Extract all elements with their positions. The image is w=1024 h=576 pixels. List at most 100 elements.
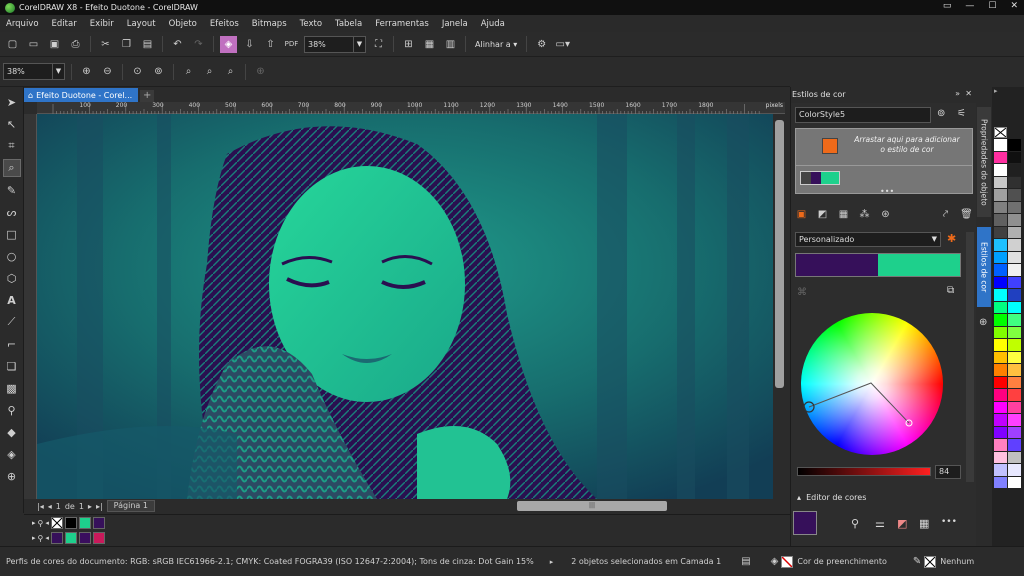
export-icon[interactable]: ⇧ xyxy=(262,36,279,53)
palette-swatch[interactable] xyxy=(994,151,1007,163)
crop-tool-icon[interactable]: ⌗ xyxy=(3,137,21,155)
color-sliders-icon[interactable]: ⚌ xyxy=(875,517,885,530)
color-profiles-text[interactable]: Perfis de cores do documento: RGB: sRGB … xyxy=(6,557,534,566)
new-color-style-icon[interactable]: ▣ xyxy=(793,206,810,223)
palette-left-icon[interactable]: ◂ xyxy=(45,534,49,542)
redo-icon[interactable]: ↷ xyxy=(190,36,207,53)
shape-tool-icon[interactable]: ↖ xyxy=(3,115,21,133)
menu-exibir[interactable]: Exibir xyxy=(90,19,114,29)
zoom-all-objects-icon[interactable]: ⊚ xyxy=(150,63,167,80)
next-page-icon[interactable]: ▸ xyxy=(88,502,92,511)
palette-swatch[interactable] xyxy=(994,201,1007,213)
menu-editar[interactable]: Editar xyxy=(52,19,77,29)
rectangle-tool-icon[interactable]: □ xyxy=(3,225,21,243)
harmony-gradient-bar[interactable] xyxy=(795,253,961,277)
save-icon[interactable]: ▣ xyxy=(46,36,63,53)
menu-tabela[interactable]: Tabela xyxy=(335,19,362,29)
palette-swatch[interactable] xyxy=(1008,339,1021,351)
palette-swatch[interactable] xyxy=(1008,476,1021,488)
zoom-out-icon[interactable]: ⊖ xyxy=(99,63,116,80)
outline-pen-icon[interactable]: ✎ xyxy=(913,556,921,567)
transparency-icon[interactable]: ▩ xyxy=(3,379,21,397)
palette-menu-icon[interactable]: ▸ xyxy=(994,87,998,95)
menu-arquivo[interactable]: Arquivo xyxy=(6,19,39,29)
color-editor-header[interactable]: ▴ Editor de cores xyxy=(797,493,866,502)
smart-fill-icon[interactable]: ◈ xyxy=(3,445,21,463)
trash-icon[interactable]: 🗑 xyxy=(958,206,975,223)
customize-toolbox-icon[interactable]: ⊕ xyxy=(3,467,21,485)
swatch-purple-2[interactable] xyxy=(78,532,91,544)
add-icon[interactable]: ⊕ xyxy=(252,63,269,80)
tab-color-styles[interactable]: Estilos de cor xyxy=(977,227,991,307)
outline-none-swatch[interactable] xyxy=(924,555,937,568)
palette-swatch[interactable] xyxy=(994,251,1007,263)
search-content-icon[interactable]: ◈ xyxy=(220,35,237,53)
palette-swatch[interactable] xyxy=(994,376,1007,388)
gear-icon[interactable]: ⚙ xyxy=(533,36,550,53)
import-icon[interactable]: ⇩ xyxy=(241,36,258,53)
palette-swatch[interactable] xyxy=(994,351,1007,363)
palette-swatch[interactable] xyxy=(1008,276,1021,288)
drop-shadow-icon[interactable]: ❏ xyxy=(3,357,21,375)
palette-swatch[interactable] xyxy=(994,301,1007,313)
text-tool-icon[interactable]: A xyxy=(3,291,21,309)
swatch-purple[interactable] xyxy=(92,517,105,529)
new-harmony-icon[interactable]: ◩ xyxy=(814,206,831,223)
palette-swatch[interactable] xyxy=(994,414,1007,426)
zoom-height-icon[interactable]: ⌕ xyxy=(222,63,239,80)
style-options-icon[interactable]: ⊚ xyxy=(937,108,945,119)
palette-swatch[interactable] xyxy=(1008,364,1021,376)
apply-icon[interactable]: ⤤ xyxy=(937,206,954,223)
palette-swatch[interactable] xyxy=(994,389,1007,401)
document-palette-icon[interactable]: ⁂ xyxy=(856,206,873,223)
palette-swatch[interactable] xyxy=(1008,264,1021,276)
vertical-ruler[interactable] xyxy=(24,114,37,499)
freehand-tool-icon[interactable]: ✎ xyxy=(3,181,21,199)
palette-swatch[interactable] xyxy=(1008,176,1021,188)
swatch-green[interactable] xyxy=(78,517,91,529)
show-grid-icon[interactable]: ▦ xyxy=(421,36,438,53)
connector-tool-icon[interactable]: ⌐ xyxy=(3,335,21,353)
align-to-button[interactable]: Alinhar a ▾ xyxy=(472,40,520,49)
new-document-icon[interactable]: ▢ xyxy=(4,36,21,53)
palette-swatch[interactable] xyxy=(1008,451,1021,463)
palette-arrow-icon[interactable]: ▸ xyxy=(32,534,36,542)
restore-layout-button[interactable]: ▭ xyxy=(943,1,952,11)
zoom-in-icon[interactable]: ⊕ xyxy=(78,63,95,80)
previous-page-icon[interactable]: ◂ xyxy=(48,502,52,511)
print-icon[interactable]: ⎙ xyxy=(67,36,84,53)
palette-swatch[interactable] xyxy=(1008,326,1021,338)
palette-swatch[interactable] xyxy=(1008,414,1021,426)
page-tab[interactable]: Página 1 xyxy=(106,500,155,512)
swatch-green[interactable] xyxy=(64,532,77,544)
palette-arrow-icon[interactable]: ▸ xyxy=(32,519,36,527)
menu-ferramentas[interactable]: Ferramentas xyxy=(375,19,429,29)
menu-objeto[interactable]: Objeto xyxy=(169,19,197,29)
palette-swatch[interactable] xyxy=(994,326,1007,338)
docker-scrollbar[interactable] xyxy=(966,232,974,482)
palette-swatch[interactable] xyxy=(1008,314,1021,326)
full-screen-icon[interactable]: ⛶ xyxy=(370,36,387,53)
show-guidelines-icon[interactable]: ▥ xyxy=(442,36,459,53)
palette-swatch[interactable] xyxy=(1008,226,1021,238)
color-style-name-field[interactable]: ColorStyle5 xyxy=(795,107,931,123)
tab-object-properties[interactable]: Propriedades do objeto xyxy=(977,107,991,217)
palette-swatch[interactable] xyxy=(1008,401,1021,413)
pick-tool-icon[interactable]: ➤ xyxy=(3,93,21,111)
eyedropper-icon[interactable]: ⚲ xyxy=(3,401,21,419)
artistic-media-icon[interactable]: ᔕ xyxy=(3,203,21,221)
fill-none-swatch[interactable] xyxy=(781,555,794,568)
palette-swatch[interactable] xyxy=(1008,251,1021,263)
zoom-page-icon[interactable]: ⌕ xyxy=(180,63,197,80)
maximize-button[interactable]: ☐ xyxy=(988,1,996,11)
palette-swatch[interactable] xyxy=(1008,164,1021,176)
palette-swatch[interactable] xyxy=(1008,151,1021,163)
parallel-dimension-icon[interactable]: ⟋ xyxy=(3,313,21,331)
palette-swatch[interactable] xyxy=(994,226,1007,238)
palette-swatch[interactable] xyxy=(1008,201,1021,213)
interactive-fill-icon[interactable]: ◆ xyxy=(3,423,21,441)
palette-swatch[interactable] xyxy=(1008,351,1021,363)
palette-swatch[interactable] xyxy=(1008,464,1021,476)
palette-swatch[interactable] xyxy=(994,164,1007,176)
color-editor-swatch[interactable] xyxy=(793,511,817,535)
